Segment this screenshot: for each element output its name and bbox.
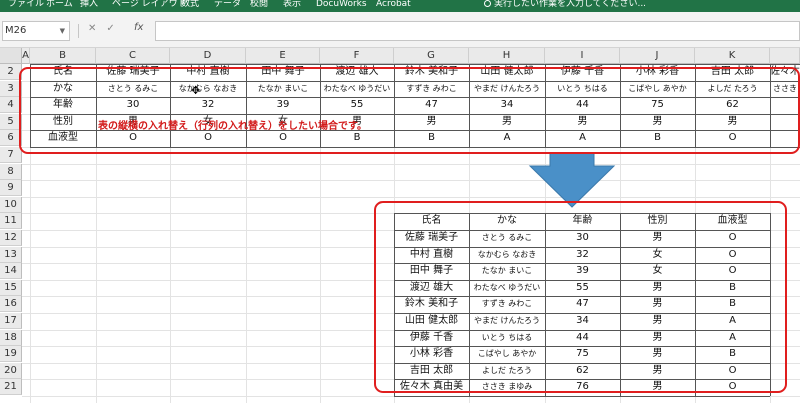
row-header[interactable]: 10 [0,196,22,213]
row-header[interactable]: 19 [0,346,22,363]
row-header[interactable]: 21 [0,379,22,396]
column-header[interactable] [770,48,800,64]
column-header[interactable]: B [30,48,96,64]
row-header[interactable]: 18 [0,329,22,346]
tab-home[interactable]: ホーム [46,0,73,10]
original-table-highlight [19,67,800,154]
column-header[interactable]: G [394,48,469,64]
column-header[interactable]: A [22,48,30,64]
tab-data[interactable]: データ [214,0,241,10]
formula-input[interactable] [155,21,800,41]
tab-formulas[interactable]: 数式 [181,0,199,10]
tab-file[interactable]: ファイル [8,0,44,10]
tell-me-text: 実行したい作業を入力してください... [494,0,647,9]
tab-review[interactable]: 校閲 [250,0,268,10]
row-header[interactable]: 11 [0,213,22,230]
column-header[interactable]: H [469,48,545,64]
chevron-down-icon[interactable]: ▼ [60,22,65,40]
column-header[interactable]: F [320,48,394,64]
column-header[interactable]: D [170,48,246,64]
tab-view[interactable]: 表示 [283,0,301,10]
cancel-icon[interactable]: ✕ [88,23,106,34]
row-header[interactable]: 13 [0,246,22,263]
enter-check-icon[interactable]: ✓ [106,23,124,34]
table-border [30,64,800,65]
function-icon[interactable]: fx [134,22,143,33]
down-arrow-icon [528,152,616,208]
divider [78,24,79,38]
select-all-corner[interactable] [0,48,22,64]
row-header[interactable]: 9 [0,180,22,197]
column-header[interactable]: J [620,48,695,64]
column-header[interactable]: E [246,48,320,64]
tab-docuworks[interactable]: DocuWorks [316,0,367,10]
tab-page-layout[interactable]: ページ レイアウト [112,0,187,10]
row-header[interactable]: 16 [0,296,22,313]
tab-acrobat[interactable]: Acrobat [376,0,411,10]
row-header[interactable]: 14 [0,263,22,280]
tab-insert[interactable]: 挿入 [80,0,98,10]
column-header[interactable]: C [96,48,170,64]
ribbon-tabs: ファイル ホーム 挿入 ページ レイアウト 数式 データ 校閲 表示 DocuW… [0,0,800,12]
formula-bar: M26 ▼ ✕✓ fx [0,12,800,48]
gridline [22,163,800,165]
name-box-value: M26 [5,25,27,36]
tell-me-box[interactable]: 実行したい作業を入力してください... [484,0,646,10]
gridline [22,180,800,182]
formula-buttons: ✕✓ [88,23,125,34]
row-header[interactable]: 15 [0,279,22,296]
transposed-table-highlight [374,201,787,393]
gridline [22,196,800,198]
row-header[interactable]: 7 [0,147,22,163]
row-header[interactable]: 12 [0,230,22,246]
row-header[interactable]: 20 [0,362,22,379]
table-border [394,396,770,397]
row-header[interactable]: 8 [0,163,22,180]
lightbulb-icon [484,0,491,7]
row-header[interactable]: 17 [0,313,22,329]
name-box[interactable]: M26 ▼ [2,21,70,41]
column-header[interactable]: I [545,48,620,64]
column-header[interactable]: K [695,48,770,64]
